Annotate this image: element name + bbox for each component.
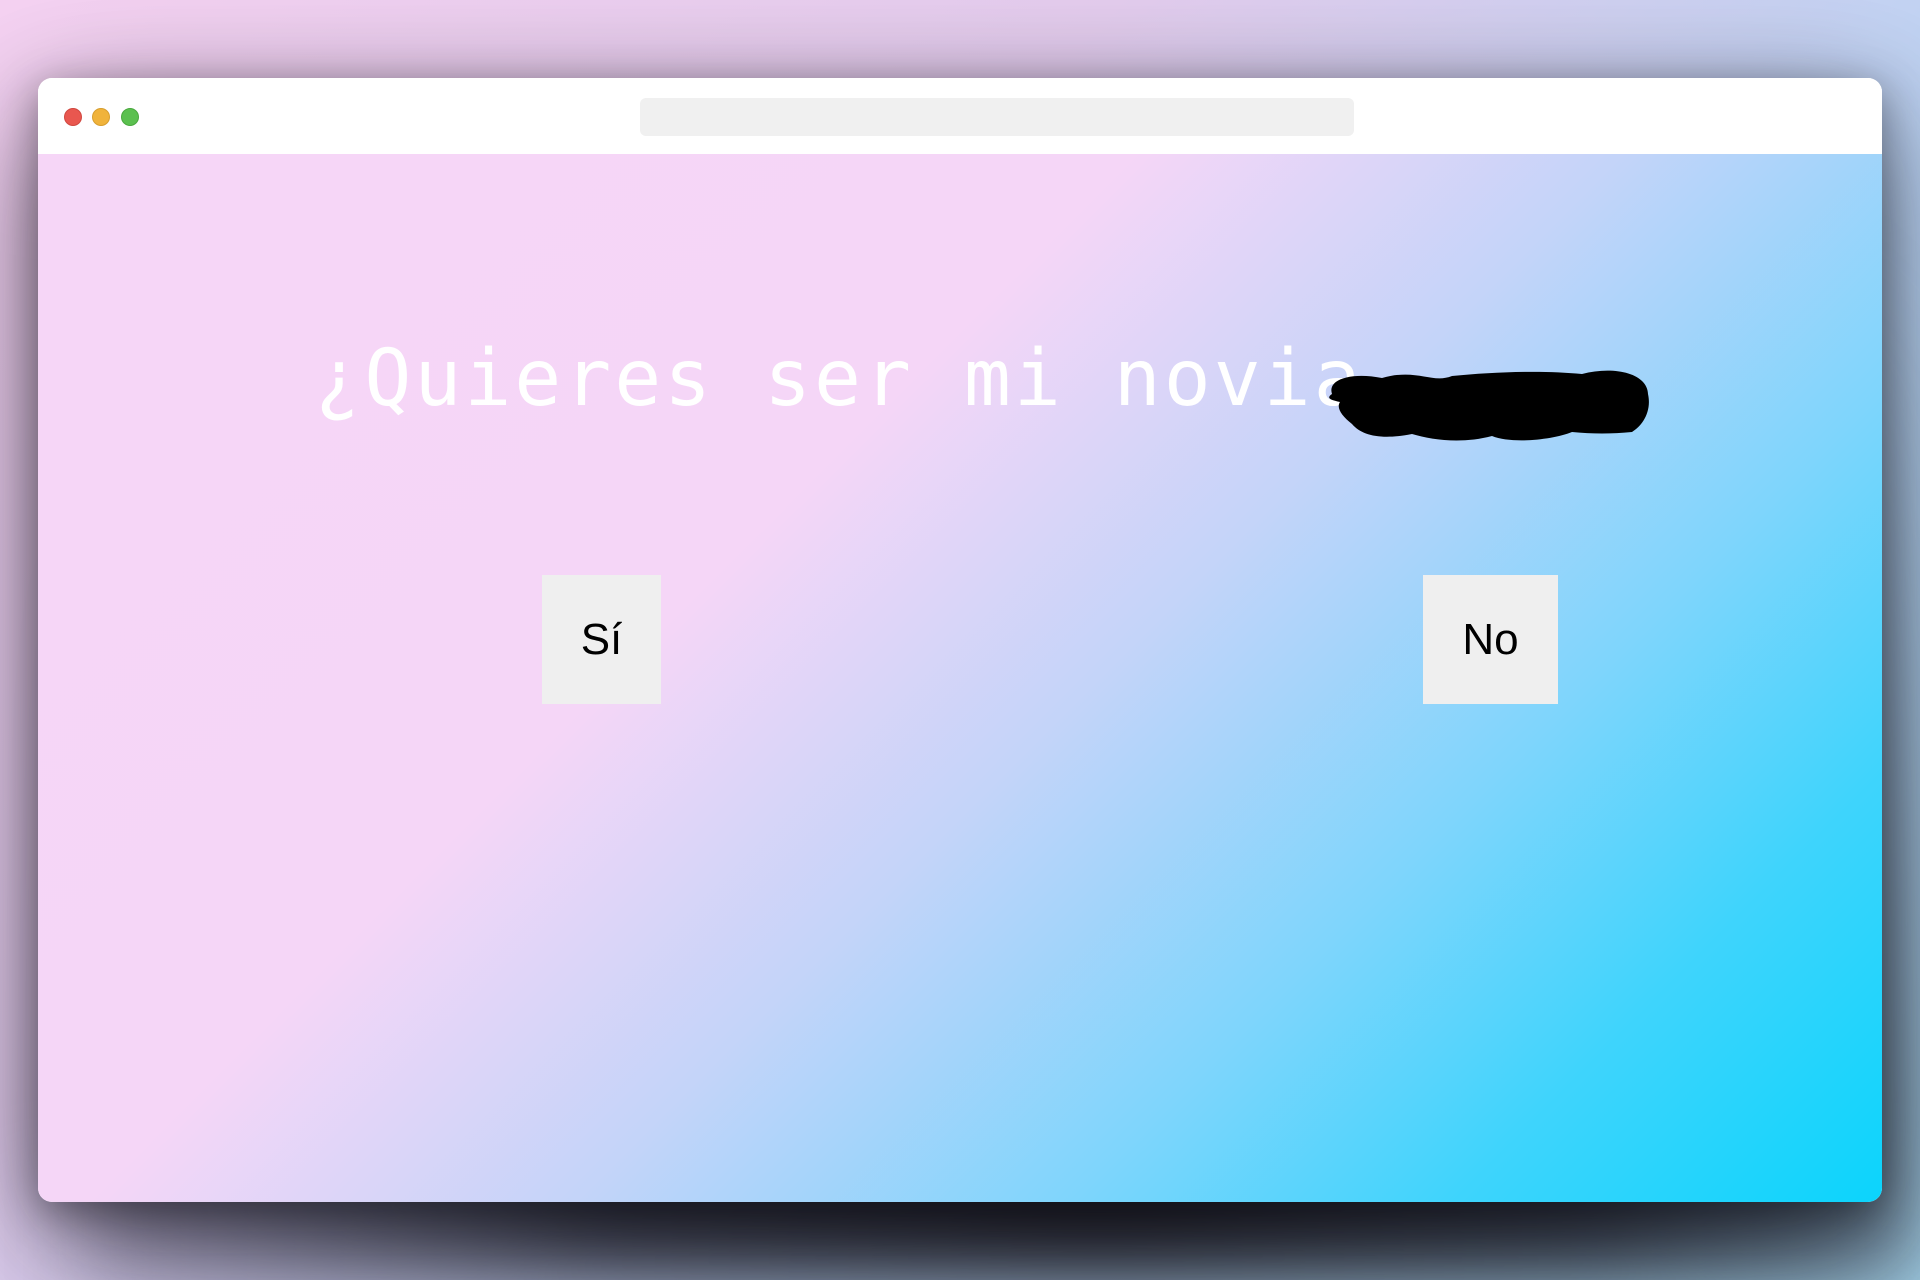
page-viewport: ¿Quieres ser mi novia, Sí No	[38, 154, 1882, 1202]
no-button[interactable]: No	[1423, 575, 1558, 704]
maximize-window-button[interactable]	[121, 108, 139, 126]
browser-window: ¿Quieres ser mi novia, Sí No	[38, 78, 1882, 1202]
window-titlebar	[38, 78, 1882, 154]
redaction-scribble-icon	[1329, 370, 1649, 441]
minimize-window-button[interactable]	[92, 108, 110, 126]
question-text: ¿Quieres ser mi novia,	[314, 334, 1414, 424]
yes-button[interactable]: Sí	[542, 575, 661, 704]
address-bar[interactable]	[640, 98, 1354, 136]
close-window-button[interactable]	[64, 108, 82, 126]
